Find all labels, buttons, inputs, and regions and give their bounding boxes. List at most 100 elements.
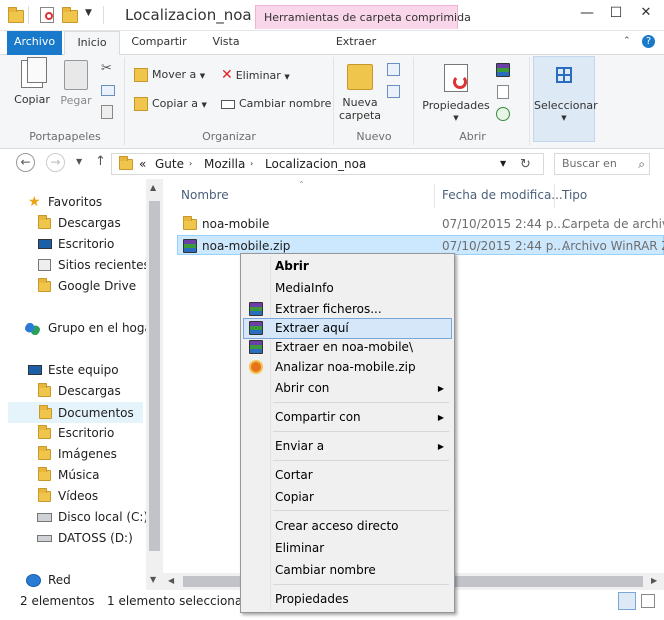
nav-disco-local[interactable]: Disco local (C:): [0, 507, 148, 528]
forward-button[interactable]: →: [46, 153, 65, 172]
rename-button[interactable]: Cambiar nombre: [221, 94, 331, 114]
menu-item-compartir-con[interactable]: Compartir con ▶: [243, 407, 452, 428]
copy-to-button[interactable]: Copiar a ▼: [134, 94, 207, 114]
breadcrumb-gute[interactable]: Gute: [155, 157, 184, 171]
navigation-pane: ★ Favoritos Descargas Escritorio Sitios r…: [0, 179, 163, 590]
nav-musica[interactable]: Música: [0, 465, 146, 486]
scroll-down-icon[interactable]: ▼: [150, 575, 156, 584]
up-button[interactable]: ↑: [95, 154, 106, 169]
documents-icon: [39, 405, 52, 419]
nav-equipo-escritorio[interactable]: Escritorio: [0, 423, 146, 444]
menu-item-mediainfo[interactable]: MediaInfo: [243, 278, 452, 299]
tools-context-tab: Herramientas de carpeta comprimida: [255, 5, 471, 29]
file-row-selected[interactable]: noa-mobile.zip 07/10/2015 2:44 p.... Arc…: [177, 235, 664, 255]
menu-item-propiedades[interactable]: Propiedades: [243, 589, 452, 610]
ribbon-tabs: Archivo Inicio Compartir Vista Extraer ⌃…: [0, 31, 664, 56]
drive-icon: [37, 535, 52, 542]
column-fecha[interactable]: Fecha de modifica...: [442, 188, 563, 202]
nav-scrollbar[interactable]: ▲ ▼: [146, 179, 163, 590]
nav-favoritos[interactable]: ★ Favoritos: [0, 192, 146, 213]
nav-scroll-thumb[interactable]: [149, 201, 160, 551]
maximize-button[interactable]: ☐: [601, 5, 631, 25]
menu-item-cortar[interactable]: Cortar: [243, 465, 452, 486]
nav-descargas[interactable]: Descargas: [0, 213, 146, 234]
nav-escritorio[interactable]: Escritorio: [0, 234, 146, 255]
easy-access-icon[interactable]: [387, 85, 400, 98]
menu-item-eliminar[interactable]: Eliminar: [243, 538, 452, 559]
menu-item-cambiar-nombre[interactable]: Cambiar nombre: [243, 560, 452, 581]
menu-item-copiar[interactable]: Copiar: [243, 487, 452, 508]
back-button[interactable]: ←: [16, 153, 35, 172]
scroll-left-icon[interactable]: ◀: [168, 576, 174, 585]
address-field[interactable]: « Gute › Mozilla › Localizacion_noa › ▼ …: [111, 153, 544, 175]
breadcrumb-localizacion[interactable]: Localizacion_noa: [265, 157, 366, 171]
menu-item-crear-acceso[interactable]: Crear acceso directo: [243, 516, 452, 537]
properties-qat-icon[interactable]: [40, 7, 54, 23]
help-icon[interactable]: ?: [642, 35, 655, 48]
properties-button[interactable]: Propiedades ▼: [420, 60, 492, 125]
move-to-button[interactable]: Mover a ▼: [134, 65, 205, 85]
menu-item-abrir[interactable]: Abrir: [243, 256, 452, 277]
nav-documentos[interactable]: Documentos: [8, 402, 143, 423]
submenu-arrow-icon: ▶: [437, 413, 444, 422]
menu-item-analizar[interactable]: Analizar noa-mobile.zip: [243, 357, 452, 378]
copy-path-icon[interactable]: [101, 85, 115, 96]
search-input[interactable]: Buscar en ⌕: [554, 153, 650, 175]
submenu-arrow-icon: ▶: [437, 442, 444, 451]
folder-icon: [8, 7, 24, 23]
nav-videos[interactable]: Vídeos: [0, 486, 146, 507]
new-folder-qat-icon[interactable]: [62, 7, 78, 23]
select-button[interactable]: Seleccionar ▼: [533, 56, 598, 142]
nav-imagenes[interactable]: Imágenes: [0, 444, 146, 465]
submenu-arrow-icon: ▶: [437, 384, 444, 393]
menu-item-abrir-con[interactable]: Abrir con ▶: [243, 378, 452, 399]
tab-compartir[interactable]: Compartir: [126, 31, 192, 55]
address-bar-row: ← → ▼ ↑ « Gute › Mozilla › Localizacion_…: [0, 149, 664, 179]
edit-icon[interactable]: [497, 85, 509, 99]
properties-icon: [444, 64, 468, 92]
nav-este-equipo[interactable]: Este equipo: [0, 360, 146, 381]
address-dropdown-icon[interactable]: ▼: [500, 159, 506, 168]
refresh-icon[interactable]: ↻: [520, 157, 531, 172]
music-icon: [38, 467, 51, 481]
open-winrar-icon[interactable]: [496, 63, 510, 77]
clipboard-icon: [64, 60, 88, 90]
minimize-button[interactable]: —: [572, 5, 602, 25]
tab-extraer[interactable]: Extraer: [326, 31, 386, 55]
collapse-ribbon-icon[interactable]: ⌃: [623, 36, 631, 46]
nav-google-drive[interactable]: Google Drive: [0, 276, 146, 297]
menu-item-extraer-aqui[interactable]: Extraer aquí: [243, 318, 452, 339]
tab-archivo[interactable]: Archivo: [7, 31, 62, 55]
breadcrumb-mozilla[interactable]: Mozilla: [204, 157, 245, 171]
nav-red[interactable]: Red: [0, 570, 146, 591]
new-folder-button[interactable]: Nueva carpeta: [338, 60, 382, 122]
column-nombre[interactable]: Nombre: [181, 188, 229, 202]
tab-inicio[interactable]: Inicio: [64, 31, 120, 56]
folder-icon: [183, 216, 197, 230]
qat-dropdown-icon[interactable]: ▼: [85, 8, 92, 18]
paste-button[interactable]: Pegar: [58, 60, 94, 107]
scroll-right-icon[interactable]: ▶: [651, 576, 657, 585]
history-icon[interactable]: [496, 107, 510, 121]
file-row[interactable]: noa-mobile 07/10/2015 2:44 p.... Carpeta…: [177, 214, 664, 234]
drive-icon: [37, 513, 52, 522]
cut-icon[interactable]: ✂: [101, 61, 112, 76]
nav-sitios-recientes[interactable]: Sitios recientes: [0, 255, 150, 276]
copy-button[interactable]: Copiar: [12, 57, 52, 106]
new-item-icon[interactable]: [387, 63, 400, 76]
scroll-up-icon[interactable]: ▲: [150, 183, 156, 192]
tab-vista[interactable]: Vista: [204, 31, 248, 55]
recent-locations-icon[interactable]: ▼: [76, 157, 82, 166]
nav-equipo-descargas[interactable]: Descargas: [0, 381, 146, 402]
column-tipo[interactable]: Tipo: [562, 188, 587, 202]
paste-shortcut-icon[interactable]: [101, 105, 113, 119]
close-button[interactable]: ✕: [631, 5, 661, 25]
menu-item-extraer-ficheros[interactable]: Extraer ficheros...: [243, 299, 452, 320]
delete-button[interactable]: ✕ Eliminar ▼: [221, 65, 290, 85]
nav-datoss[interactable]: DATOSS (D:): [0, 528, 146, 549]
details-view-icon[interactable]: [618, 592, 636, 610]
large-icons-view-icon[interactable]: [641, 594, 655, 608]
nav-grupo-hogar[interactable]: Grupo en el hogar: [0, 318, 157, 339]
menu-item-enviar-a[interactable]: Enviar a ▶: [243, 436, 452, 457]
menu-item-extraer-en[interactable]: Extraer en noa-mobile\: [243, 337, 452, 358]
